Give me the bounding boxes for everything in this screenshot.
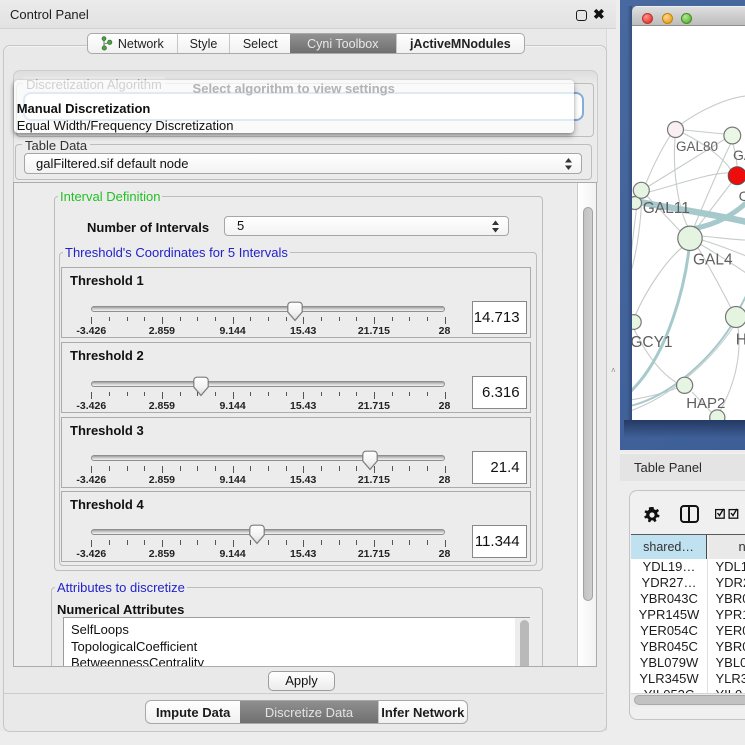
svg-text:GCY1: GCY1: [632, 334, 673, 351]
svg-text:C: C: [739, 188, 745, 204]
svg-text:GAL80: GAL80: [676, 139, 718, 154]
svg-text:GAL11: GAL11: [643, 200, 690, 217]
svg-text:H: H: [736, 332, 745, 349]
svg-text:HAP2: HAP2: [686, 395, 725, 412]
svg-text:GAL4: GAL4: [693, 252, 733, 269]
svg-text:GA: GA: [733, 147, 745, 163]
